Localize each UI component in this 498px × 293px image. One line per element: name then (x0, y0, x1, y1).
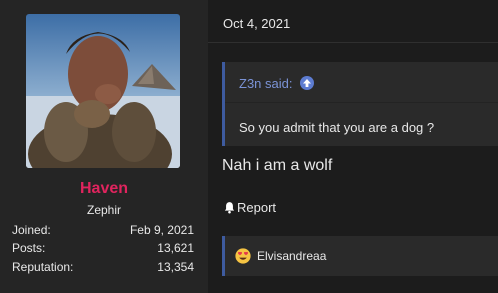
reactions-bar: Elvisandreaa (222, 236, 498, 276)
quote-block: Z3n said: So you admit that you are a do… (222, 62, 498, 146)
username[interactable]: Haven (0, 180, 208, 198)
avatar-photo (26, 14, 180, 168)
reaction-users[interactable]: Elvisandreaa (257, 249, 326, 263)
stat-joined: Joined: Feb 9, 2021 (12, 223, 194, 239)
quote-author[interactable]: Z3n said: (239, 76, 292, 91)
heart-eyes-emoji-icon (235, 248, 251, 264)
user-sidebar: Haven Zephir Joined: Feb 9, 2021 Posts: … (0, 0, 208, 293)
stat-label: Joined: (12, 223, 51, 237)
stat-reputation: Reputation: 13,354 (12, 260, 194, 276)
stat-value: 13,621 (157, 241, 194, 255)
stat-value: Feb 9, 2021 (129, 223, 194, 237)
stat-label: Reputation: (12, 260, 74, 274)
post-message: Nah i am a wolf (222, 157, 333, 174)
avatar[interactable] (26, 14, 180, 168)
user-title: Zephir (86, 203, 121, 217)
stat-posts: Posts: 13,621 (12, 241, 194, 257)
quote-text: So you admit that you are a dog ? (239, 120, 435, 135)
bell-icon (224, 202, 235, 214)
report-button[interactable]: Report (223, 200, 276, 215)
report-label: Report (237, 200, 277, 215)
arrow-up-circle-icon[interactable] (300, 76, 315, 90)
stat-label: Posts: (12, 241, 46, 255)
quote-separator (225, 102, 498, 103)
quote-header[interactable]: Z3n said: (239, 76, 315, 91)
header-divider (208, 42, 498, 43)
post-date[interactable]: Oct 4, 2021 (223, 16, 290, 31)
stat-value: 13,354 (157, 260, 194, 274)
post-main: Oct 4, 2021 Z3n said: So you admit that … (208, 0, 498, 293)
